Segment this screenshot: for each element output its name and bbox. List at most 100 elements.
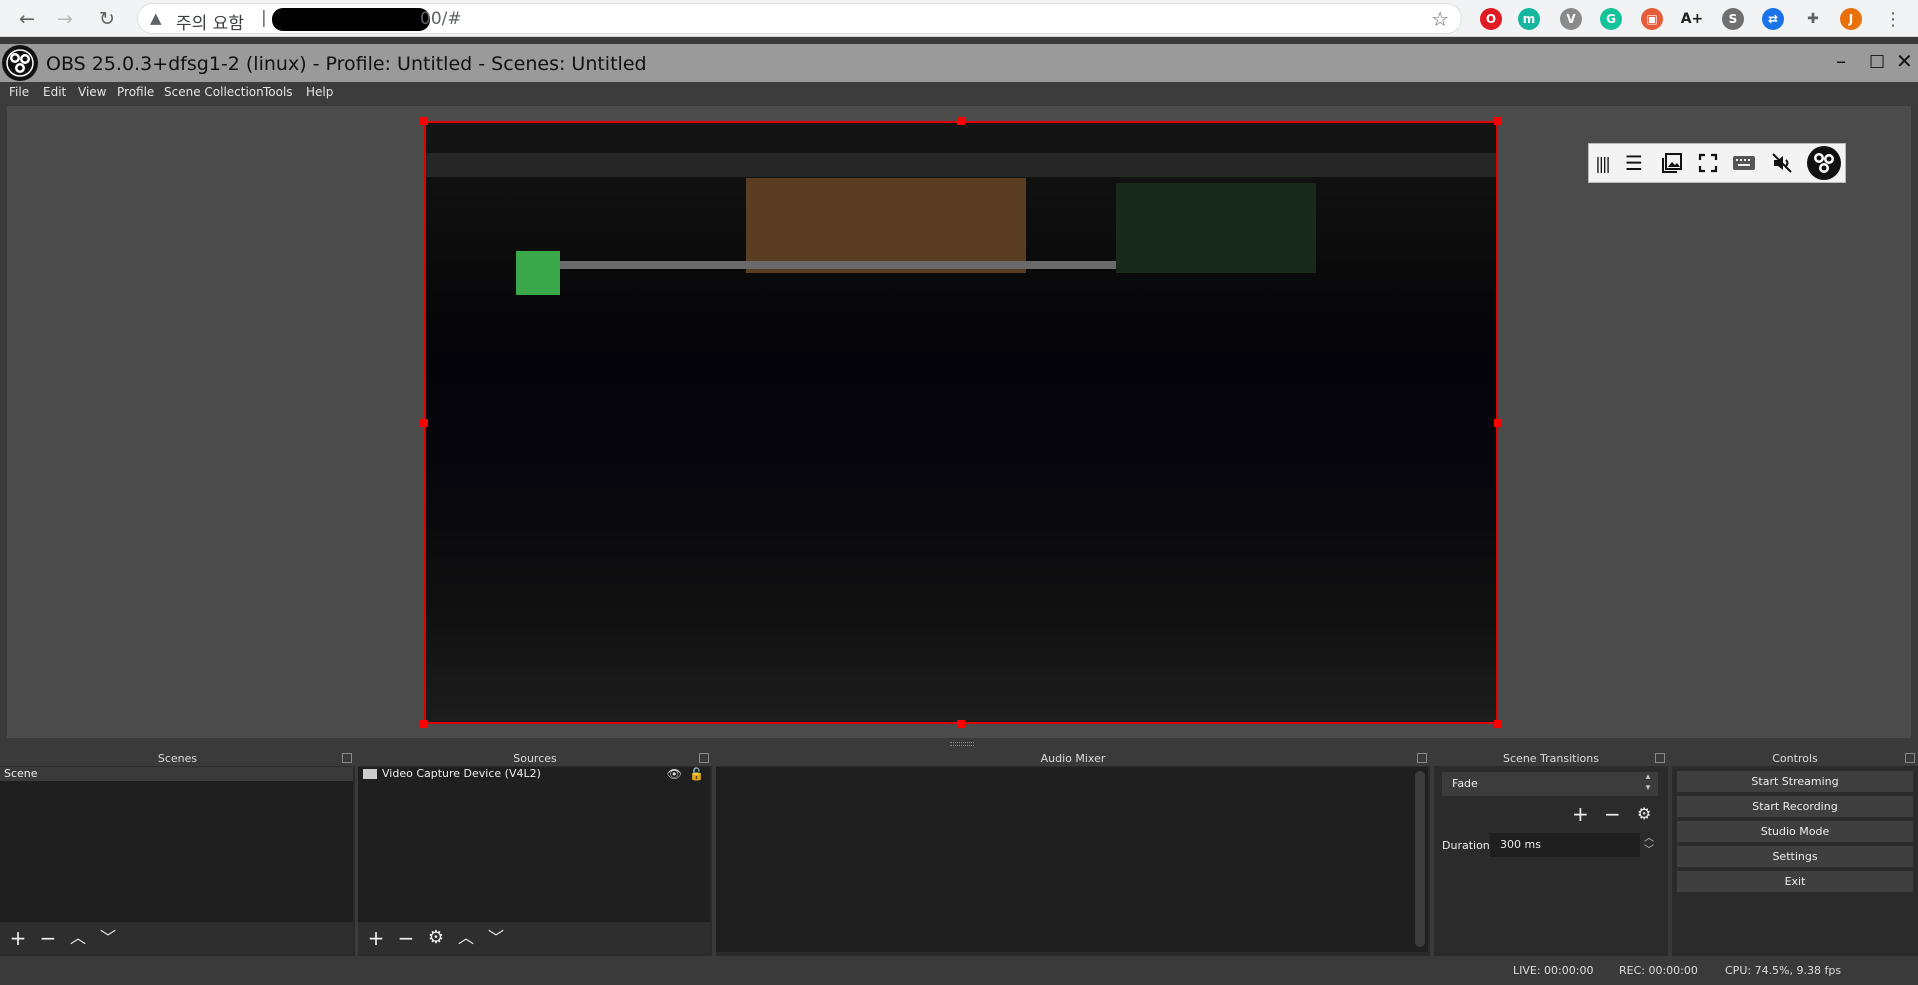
obs-logo-icon bbox=[2, 45, 38, 81]
address-bar[interactable]: ▲ 주의 요함 | 00/# ☆ bbox=[137, 3, 1462, 34]
transform-handle[interactable] bbox=[420, 419, 428, 427]
transition-select-arrows-icon[interactable]: ▴ ▾ bbox=[1638, 772, 1658, 796]
preview-wood-panel bbox=[746, 178, 1026, 273]
lock-icon[interactable]: 🔓 bbox=[689, 767, 704, 781]
preview-green-part bbox=[516, 251, 560, 295]
menu-icon[interactable]: ☰ bbox=[1621, 150, 1647, 176]
menu-edit[interactable]: Edit bbox=[43, 85, 66, 99]
audio-mixer-scrollbar[interactable] bbox=[1415, 771, 1425, 947]
status-bar: LIVE: 00:00:00 REC: 00:00:00 CPU: 74.5%,… bbox=[0, 956, 1918, 985]
m-extension-icon[interactable]: m bbox=[1518, 8, 1540, 30]
url-separator: | bbox=[261, 8, 267, 28]
back-button[interactable]: ← bbox=[14, 6, 40, 32]
transform-handle[interactable] bbox=[420, 720, 428, 728]
audio-mixer-dock-title: Audio Mixer bbox=[716, 751, 1430, 766]
v-extension-icon[interactable]: V bbox=[1560, 8, 1582, 30]
keyboard-icon[interactable] bbox=[1731, 150, 1757, 176]
audio-mixer-dock: Audio Mixer bbox=[716, 751, 1430, 956]
add-transition-button[interactable]: + bbox=[1572, 802, 1589, 826]
duration-stepper[interactable]: ︿ ﹀ bbox=[1640, 833, 1658, 857]
translate-extension-icon[interactable]: ⇄ bbox=[1762, 8, 1784, 30]
reload-button[interactable]: ↻ bbox=[94, 6, 120, 32]
transform-handle[interactable] bbox=[957, 720, 965, 728]
transform-handle[interactable] bbox=[420, 117, 428, 125]
source-item[interactable]: Video Capture Device (V4L2) 👁 🔓 bbox=[358, 767, 710, 783]
scenes-title-text: Scenes bbox=[157, 752, 198, 765]
profile-avatar-icon[interactable]: J bbox=[1840, 8, 1862, 30]
controls-title-text: Controls bbox=[1772, 752, 1818, 765]
move-scene-down-button[interactable]: ﹀ bbox=[96, 926, 120, 950]
drag-grip-icon[interactable]: |||| bbox=[1591, 150, 1613, 176]
visibility-eye-icon[interactable]: 👁 bbox=[667, 767, 682, 781]
duration-label: Duration bbox=[1442, 839, 1490, 852]
sources-dock: Sources Video Capture Device (V4L2) 👁 🔓 … bbox=[358, 751, 712, 956]
bookmark-star-icon[interactable]: ☆ bbox=[1431, 7, 1449, 31]
add-source-button[interactable]: + bbox=[364, 926, 388, 950]
scenes-list[interactable]: Scene bbox=[0, 767, 353, 922]
image-icon[interactable] bbox=[1659, 150, 1685, 176]
scene-transitions-dock: Scene Transitions Fade ▴ ▾ + − ⚙ Duration… bbox=[1434, 751, 1668, 956]
remove-transition-button[interactable]: − bbox=[1604, 802, 1621, 826]
studio-mode-button[interactable]: Studio Mode bbox=[1677, 821, 1913, 842]
move-scene-up-button[interactable]: ︿ bbox=[66, 926, 90, 950]
start-streaming-button[interactable]: Start Streaming bbox=[1677, 771, 1913, 792]
move-source-up-button[interactable]: ︿ bbox=[454, 926, 478, 950]
scene-transitions-title-text: Scene Transitions bbox=[1503, 752, 1599, 765]
transform-handle[interactable] bbox=[1494, 720, 1502, 728]
fullscreen-icon[interactable] bbox=[1695, 150, 1721, 176]
menu-tools[interactable]: Tools bbox=[263, 85, 293, 99]
transform-handle[interactable] bbox=[957, 117, 965, 125]
forward-button[interactable]: → bbox=[52, 6, 78, 32]
puzzle-extension-icon[interactable]: ✚ bbox=[1802, 8, 1824, 30]
menu-scene-collection[interactable]: Scene Collection bbox=[164, 85, 264, 99]
minimize-button[interactable]: – bbox=[1836, 49, 1846, 73]
close-button[interactable]: ✕ bbox=[1896, 49, 1913, 73]
float-dock-icon[interactable] bbox=[1905, 753, 1915, 763]
source-item-label: Video Capture Device (V4L2) bbox=[382, 767, 541, 780]
add-scene-button[interactable]: + bbox=[6, 926, 30, 950]
sources-list[interactable]: Video Capture Device (V4L2) 👁 🔓 bbox=[358, 767, 710, 922]
maximize-button[interactable]: □ bbox=[1869, 51, 1885, 71]
sources-toolbar: + − ⚙ ︿ ﹀ bbox=[358, 923, 710, 953]
obs-titlebar: OBS 25.0.3+dfsg1-2 (linux) - Profile: Un… bbox=[0, 44, 1918, 82]
source-properties-gear-icon[interactable]: ⚙ bbox=[424, 926, 448, 950]
transition-properties-gear-icon[interactable]: ⚙ bbox=[1637, 804, 1651, 823]
remove-scene-button[interactable]: − bbox=[36, 926, 60, 950]
scene-item[interactable]: Scene bbox=[0, 767, 353, 781]
menu-view[interactable]: View bbox=[78, 85, 106, 99]
obs-logo-icon[interactable] bbox=[1805, 144, 1843, 182]
scenes-dock: Scenes Scene + − ︿ ﹀ bbox=[0, 751, 355, 956]
move-source-down-button[interactable]: ﹀ bbox=[484, 926, 508, 950]
browser-menu-icon[interactable]: ⋮ bbox=[1880, 6, 1906, 32]
menu-profile[interactable]: Profile bbox=[117, 85, 154, 99]
menu-help[interactable]: Help bbox=[306, 85, 333, 99]
grammarly-extension-icon[interactable]: G bbox=[1600, 8, 1622, 30]
duration-input[interactable]: 300 ms bbox=[1490, 833, 1640, 857]
dock-splitter[interactable] bbox=[950, 742, 974, 746]
start-recording-button[interactable]: Start Recording bbox=[1677, 796, 1913, 817]
transform-handle[interactable] bbox=[1494, 117, 1502, 125]
image-extension-icon[interactable]: ▣ bbox=[1641, 8, 1663, 30]
menu-file[interactable]: File bbox=[9, 85, 29, 99]
scene-transitions-dock-title: Scene Transitions bbox=[1434, 751, 1668, 766]
float-dock-icon[interactable] bbox=[342, 753, 352, 763]
cpu-status: CPU: 74.5%, 9.38 fps bbox=[1725, 964, 1842, 977]
security-warning-text: 주의 요함 bbox=[176, 14, 244, 34]
font-size-extension-icon[interactable]: A+ bbox=[1681, 8, 1704, 30]
float-dock-icon[interactable] bbox=[1655, 753, 1665, 763]
preview-electronics bbox=[1116, 183, 1316, 273]
transform-handle[interactable] bbox=[1494, 419, 1502, 427]
preview-rod bbox=[516, 261, 1216, 269]
transition-select[interactable]: Fade bbox=[1442, 772, 1638, 796]
float-dock-icon[interactable] bbox=[1417, 753, 1427, 763]
mute-icon[interactable] bbox=[1769, 150, 1795, 176]
opera-extension-icon[interactable]: O bbox=[1480, 8, 1502, 30]
preview-rail-top bbox=[426, 153, 1496, 177]
s-extension-icon[interactable]: S bbox=[1722, 8, 1744, 30]
remote-toolbar: |||| ☰ bbox=[1588, 143, 1846, 183]
remove-source-button[interactable]: − bbox=[394, 926, 418, 950]
exit-button[interactable]: Exit bbox=[1677, 871, 1913, 892]
video-preview[interactable] bbox=[424, 121, 1498, 724]
float-dock-icon[interactable] bbox=[699, 753, 709, 763]
settings-button[interactable]: Settings bbox=[1677, 846, 1913, 867]
